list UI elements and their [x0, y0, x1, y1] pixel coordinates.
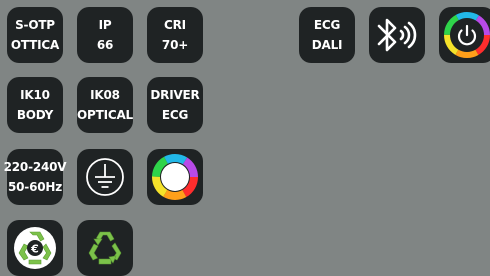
ip-66-badge: IP 66	[77, 7, 133, 63]
svg-text:€: €	[30, 243, 39, 256]
ik08-optical-badge: IK08 OPTICAL	[77, 77, 133, 133]
badge-line-2: 70+	[161, 38, 189, 52]
badge-line-1: IK08	[90, 88, 120, 102]
badge-line-1: S-OTP	[15, 18, 55, 32]
badge-line-1: ECG	[313, 18, 341, 32]
recycle-euro-icon: €	[14, 227, 56, 269]
recycle-badge	[77, 220, 133, 276]
badge-line-1: 220-240V	[3, 160, 67, 174]
badge-line-2: 66	[96, 38, 114, 52]
ecg-dali-badge: ECG DALI	[299, 7, 355, 63]
badge-line-2: OPTICAL	[77, 108, 133, 122]
badge-line-2: BODY	[16, 108, 54, 122]
ground-icon	[86, 158, 124, 196]
bluetooth-badge	[369, 7, 425, 63]
badge-line-2: OTTICA	[10, 38, 60, 52]
voltage-frequency-badge: 220-240V 50-60Hz	[4, 149, 67, 205]
badge-line-2: DALI	[311, 38, 343, 52]
cri-70-badge: CRI 70+	[147, 7, 203, 63]
badge-line-1: DRIVER	[150, 88, 200, 102]
rgb-power-icon	[444, 12, 490, 58]
bluetooth-icon	[377, 18, 417, 52]
rgb-power-badge	[439, 7, 490, 63]
s-otp-ottica-badge: S-OTP OTTICA	[7, 7, 63, 63]
ground-badge	[77, 149, 133, 205]
badge-line-2: 50-60Hz	[7, 180, 62, 194]
driver-ecg-badge: DRIVER ECG	[147, 77, 203, 133]
color-wheel-icon	[152, 154, 198, 200]
color-wheel-badge	[147, 149, 203, 205]
badge-line-1: CRI	[164, 18, 186, 32]
ik10-body-badge: IK10 BODY	[7, 77, 63, 133]
badge-line-2: ECG	[161, 108, 189, 122]
badge-line-1: IK10	[20, 88, 50, 102]
recycle-euro-badge: €	[7, 220, 63, 276]
badge-line-1: IP	[98, 18, 112, 32]
recycle-icon	[88, 231, 122, 265]
